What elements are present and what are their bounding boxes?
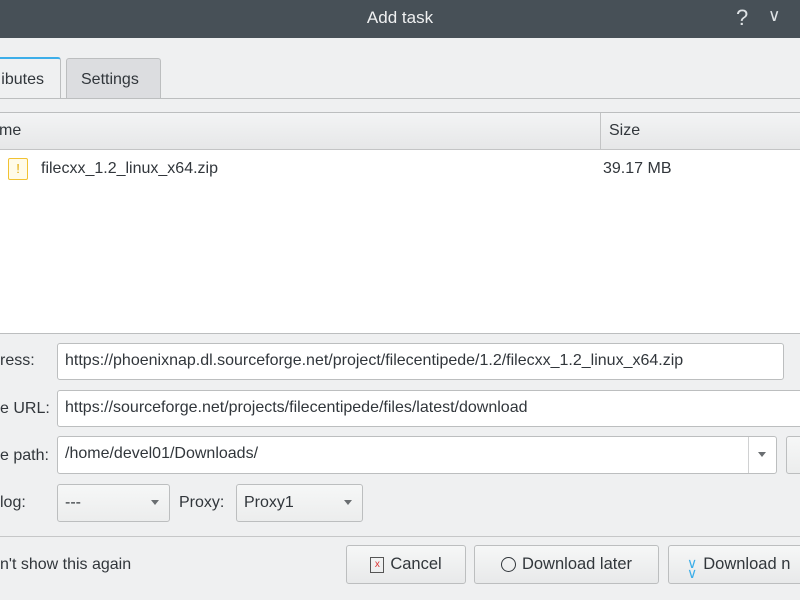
tab-pane-border bbox=[0, 98, 800, 99]
cancel-button[interactable]: x Cancel bbox=[346, 545, 466, 584]
save-path-combo[interactable]: /home/devel01/Downloads/ bbox=[57, 436, 777, 474]
proxy-value: Proxy1 bbox=[244, 494, 294, 511]
proxy-combo[interactable]: Proxy1 bbox=[236, 484, 363, 522]
address-input[interactable]: https://phoenixnap.dl.sourceforge.net/pr… bbox=[57, 343, 784, 380]
source-url-label: e URL: bbox=[0, 400, 50, 417]
column-divider[interactable] bbox=[600, 113, 601, 150]
log-value: --- bbox=[65, 494, 81, 511]
tab-attributes[interactable]: ibutes bbox=[0, 57, 61, 99]
cancel-label: Cancel bbox=[390, 555, 442, 573]
source-url-input[interactable]: https://sourceforge.net/projects/filecen… bbox=[57, 390, 800, 427]
proxy-label: Proxy: bbox=[179, 494, 225, 511]
column-header-name[interactable]: me bbox=[0, 122, 21, 140]
dropdown-arrow-icon bbox=[151, 500, 159, 505]
save-path-label: e path: bbox=[0, 447, 49, 464]
chevron-down-icon[interactable]: ∨ bbox=[768, 6, 780, 26]
window-title: Add task bbox=[366, 8, 434, 27]
log-combo[interactable]: --- bbox=[57, 484, 170, 522]
download-now-button[interactable]: ∨ ∨ Download n bbox=[668, 545, 800, 584]
browse-button[interactable] bbox=[786, 436, 800, 474]
list-header: me Size bbox=[0, 113, 800, 150]
download-later-label: Download later bbox=[521, 555, 633, 573]
dropdown-arrow-icon bbox=[344, 500, 352, 505]
dont-show-again-checkbox[interactable]: n't show this again bbox=[0, 556, 131, 574]
file-size: 39.17 MB bbox=[603, 160, 672, 177]
title-bar: Add task ? ∨ bbox=[0, 0, 800, 38]
save-path-value: /home/devel01/Downloads/ bbox=[65, 445, 259, 462]
file-list[interactable]: me Size bbox=[0, 112, 800, 334]
log-label: log: bbox=[0, 494, 26, 511]
tab-settings[interactable]: Settings bbox=[66, 58, 161, 99]
clock-icon bbox=[500, 557, 516, 572]
combo-divider bbox=[748, 437, 749, 473]
zip-file-icon: ! bbox=[8, 158, 28, 180]
download-later-button[interactable]: Download later bbox=[474, 545, 659, 584]
separator bbox=[0, 536, 800, 537]
double-chevron-down-icon: ∨ ∨ bbox=[687, 555, 698, 581]
column-header-size[interactable]: Size bbox=[609, 122, 640, 140]
dropdown-arrow-icon[interactable] bbox=[758, 452, 766, 457]
help-icon[interactable]: ? bbox=[736, 5, 748, 31]
file-name[interactable]: filecxx_1.2_linux_x64.zip bbox=[41, 160, 218, 178]
download-now-label: Download n bbox=[703, 555, 791, 573]
cancel-icon: x bbox=[370, 557, 385, 573]
address-label: ress: bbox=[0, 352, 35, 369]
